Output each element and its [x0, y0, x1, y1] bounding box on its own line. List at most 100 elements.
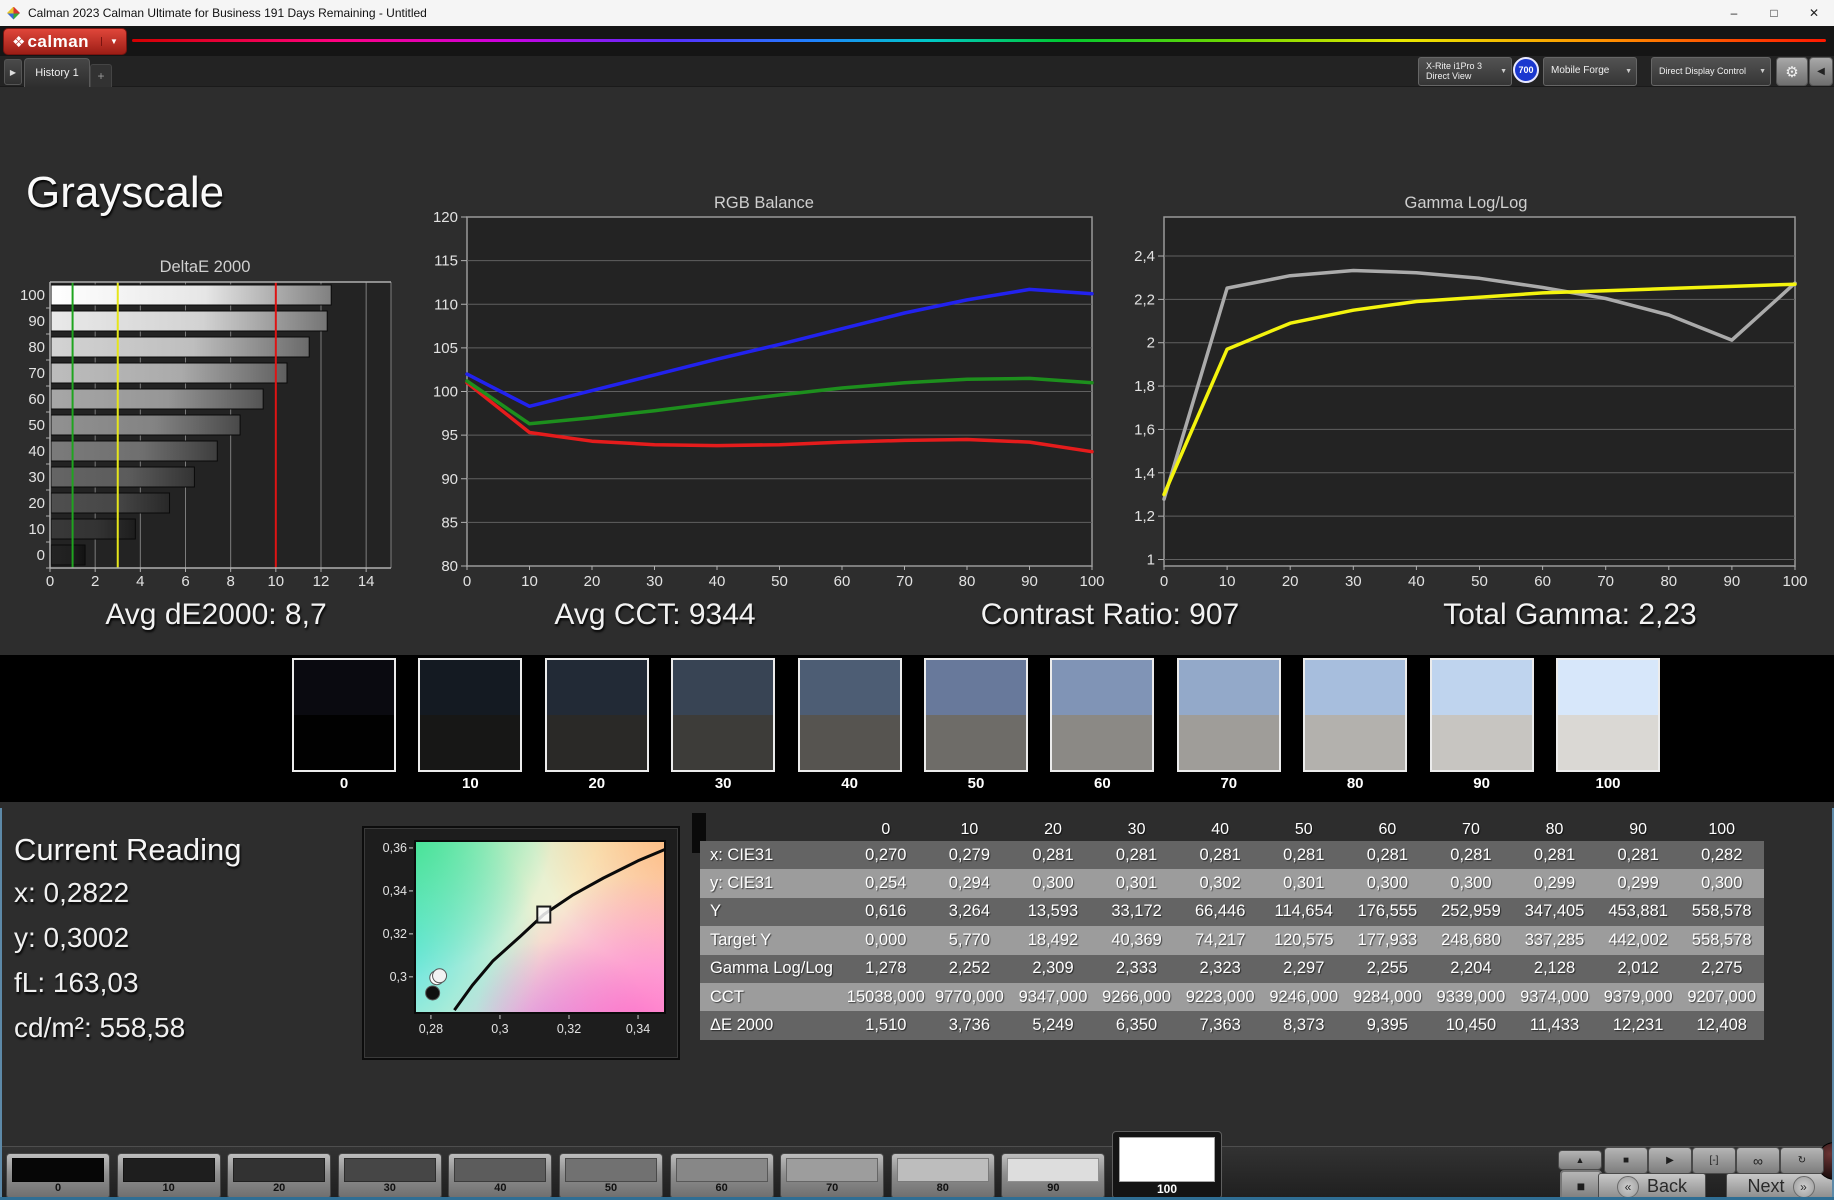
- table-cell: 0,301: [1283, 874, 1325, 893]
- pattern-button-50[interactable]: 50: [559, 1153, 663, 1199]
- svg-text:70: 70: [28, 365, 45, 382]
- table-cell: 0,281: [1366, 845, 1408, 864]
- close-button[interactable]: ✕: [1794, 0, 1834, 26]
- svg-text:10: 10: [521, 573, 538, 590]
- table-row-label: Gamma Log/Log: [710, 959, 833, 978]
- minimize-button[interactable]: –: [1714, 0, 1754, 26]
- swatch-actual: [546, 660, 647, 715]
- svg-text:0: 0: [46, 573, 54, 590]
- pattern-button-90[interactable]: 90: [1001, 1153, 1106, 1199]
- tab-history-1[interactable]: History 1: [24, 58, 90, 87]
- table-cell: 0,000: [865, 930, 907, 949]
- svg-text:90: 90: [1724, 573, 1741, 590]
- svg-text:100: 100: [1079, 573, 1104, 590]
- svg-text:100: 100: [20, 287, 45, 304]
- table-cell: 5,770: [948, 930, 991, 949]
- meter-mode-badge[interactable]: 700: [1513, 57, 1539, 83]
- svg-text:0,32: 0,32: [557, 1022, 581, 1036]
- svg-text:60: 60: [834, 573, 851, 590]
- transport-loop-button[interactable]: ∞: [1736, 1147, 1780, 1174]
- arrow-up-icon: ▲: [1575, 1155, 1585, 1165]
- table-cell: 347,405: [1524, 902, 1585, 921]
- svg-text:0,34: 0,34: [383, 884, 407, 898]
- pattern-window-button[interactable]: ■: [1560, 1170, 1602, 1200]
- title-bar: Calman 2023 Calman Ultimate for Business…: [0, 0, 1834, 26]
- svg-text:0: 0: [37, 547, 45, 564]
- table-header-cell: 80: [1545, 820, 1564, 838]
- svg-text:10: 10: [28, 521, 45, 538]
- table-cell: 9207,000: [1687, 987, 1757, 1006]
- table-cell: 12,231: [1612, 1016, 1664, 1035]
- pattern-button-20[interactable]: 20: [227, 1153, 332, 1199]
- back-button[interactable]: « Back: [1598, 1173, 1706, 1200]
- calman-menu-button[interactable]: ❖ calman ▼: [3, 28, 127, 55]
- transport-stop-button[interactable]: ■: [1604, 1147, 1648, 1174]
- app-icon: [7, 6, 20, 20]
- svg-text:10: 10: [267, 573, 284, 590]
- next-button[interactable]: Next »: [1726, 1173, 1834, 1200]
- svg-text:30: 30: [1345, 573, 1362, 590]
- pattern-swatch: [1119, 1137, 1215, 1182]
- pattern-button-label: 20: [273, 1182, 286, 1194]
- transport-refresh-button[interactable]: ↻: [1780, 1147, 1824, 1174]
- settings-button[interactable]: ⚙: [1776, 57, 1808, 86]
- table-cell: 0,300: [1450, 874, 1492, 893]
- svg-text:0,3: 0,3: [390, 970, 407, 984]
- pattern-button-label: 70: [826, 1182, 839, 1194]
- transport-play-button[interactable]: ▶: [1648, 1147, 1692, 1174]
- pattern-swatch: [675, 1158, 768, 1182]
- pattern-button-60[interactable]: 60: [669, 1153, 774, 1199]
- swatch-80: [1303, 658, 1408, 772]
- table-cell: 2,255: [1366, 959, 1408, 978]
- svg-text:0: 0: [463, 573, 471, 590]
- pattern-button-0[interactable]: 0: [6, 1153, 110, 1199]
- expand-tabs-button[interactable]: ▶: [4, 59, 22, 85]
- pattern-button-10[interactable]: 10: [116, 1153, 221, 1199]
- table-cell: 0,300: [1032, 874, 1074, 893]
- swatch-20: [544, 658, 649, 772]
- svg-text:20: 20: [1282, 573, 1299, 590]
- pattern-button-100[interactable]: 100: [1112, 1131, 1222, 1199]
- table-cell: 0,270: [865, 845, 907, 864]
- transport-single-button[interactable]: [-]: [1692, 1147, 1736, 1174]
- pattern-button-40[interactable]: 40: [448, 1153, 553, 1199]
- svg-text:50: 50: [771, 573, 788, 590]
- source-dropdown[interactable]: Mobile Forge ▼: [1543, 57, 1637, 86]
- deltae-2000-chart: DeltaE 2000 100 90 80 70 60 50 40 30 20 10 0 0 2 4 6 8 10…: [0, 252, 410, 592]
- pattern-button-label: 100: [1156, 1182, 1178, 1196]
- pattern-button-80[interactable]: 80: [890, 1153, 995, 1199]
- collapse-panel-button[interactable]: ◀: [1809, 57, 1833, 86]
- pattern-up-button[interactable]: ▲: [1558, 1150, 1602, 1170]
- swatch-90: [1429, 658, 1534, 772]
- add-tab-button[interactable]: +: [90, 64, 112, 87]
- meter-dropdown[interactable]: X-Rite i1Pro 3 Direct View ▼: [1418, 57, 1512, 86]
- svg-text:2: 2: [91, 573, 99, 590]
- table-cell: 33,172: [1111, 902, 1162, 921]
- pattern-button-70[interactable]: 70: [780, 1153, 885, 1199]
- chevron-down-icon[interactable]: ▼: [101, 37, 126, 46]
- swatch-strip-label: 60: [1094, 775, 1111, 792]
- pattern-swatch: [565, 1158, 657, 1182]
- svg-text:0,36: 0,36: [383, 841, 407, 855]
- svg-text:95: 95: [441, 427, 458, 444]
- swatch-target: [1052, 715, 1153, 770]
- svg-text:40: 40: [28, 443, 45, 460]
- table-row-label: Target Y: [710, 930, 772, 949]
- table-cell: 0,254: [865, 874, 907, 893]
- swatch-target: [1178, 715, 1279, 770]
- table-cell: 1,278: [865, 959, 907, 978]
- pattern-button-30[interactable]: 30: [337, 1153, 442, 1199]
- table-cell: 2,012: [1617, 959, 1659, 978]
- swatch-strip-label: 30: [714, 775, 732, 792]
- svg-text:0,28: 0,28: [419, 1022, 443, 1036]
- table-cell: 13,593: [1027, 902, 1079, 921]
- table-header-cell: 20: [1044, 820, 1062, 838]
- svg-text:8: 8: [226, 573, 234, 590]
- swatch-target: [1305, 715, 1406, 770]
- display-control-dropdown[interactable]: Direct Display Control ▼: [1651, 57, 1771, 86]
- table-cell: 3,264: [948, 902, 991, 921]
- table-cell: 2,309: [1032, 959, 1074, 978]
- svg-text:14: 14: [358, 573, 375, 590]
- svg-text:80: 80: [28, 339, 45, 356]
- maximize-button[interactable]: □: [1754, 0, 1794, 26]
